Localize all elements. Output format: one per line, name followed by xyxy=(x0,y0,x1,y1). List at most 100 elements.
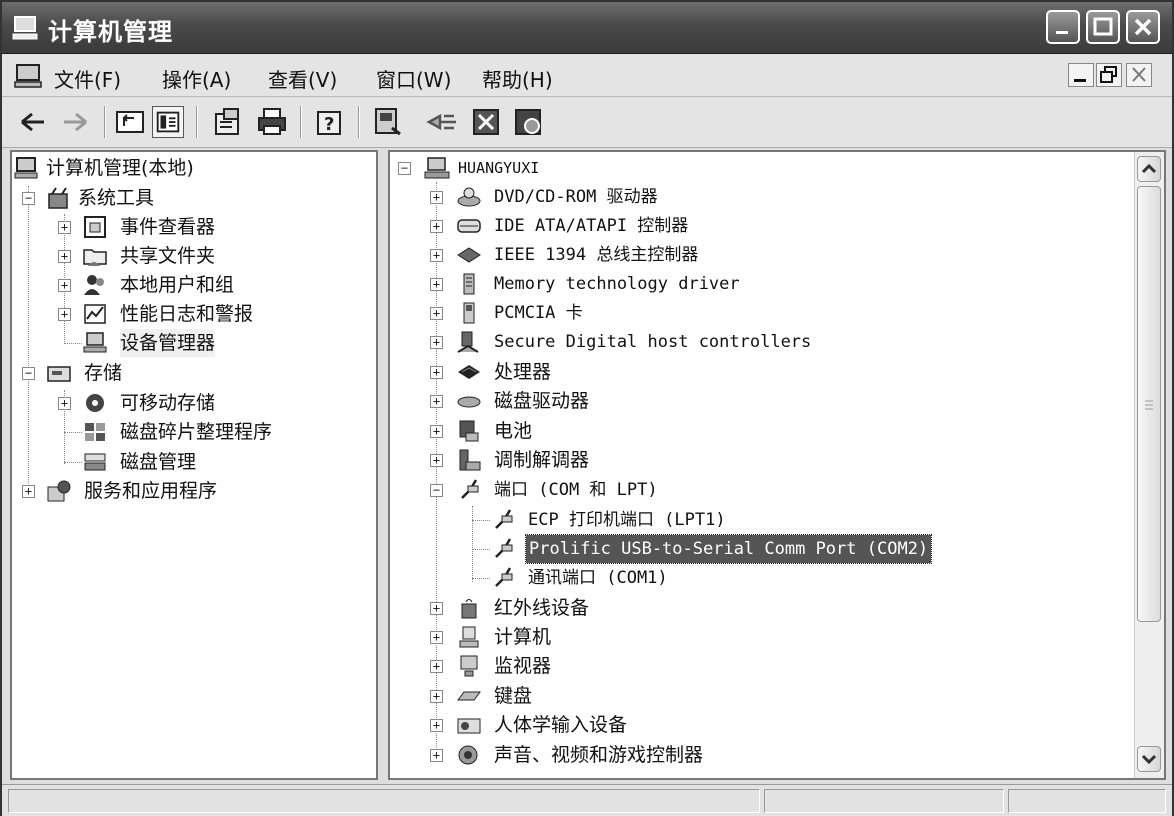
computer-icon xyxy=(459,626,479,648)
expand-toggle[interactable]: + xyxy=(430,425,443,438)
tree-item-label: 键盘 xyxy=(494,685,533,707)
tree-item-label: 磁盘碎片整理程序 xyxy=(120,421,273,443)
close-icon xyxy=(1132,67,1146,82)
collapse-toggle[interactable]: − xyxy=(22,367,35,380)
menu-action[interactable]: 操作(A) xyxy=(162,64,231,93)
tree-item-label: DVD/CD-ROM 驱动器 xyxy=(494,187,658,207)
tree-item-label: 计算机管理(本地) xyxy=(46,157,194,179)
forward-arrow-icon[interactable] xyxy=(60,106,92,138)
expand-toggle[interactable]: + xyxy=(430,336,443,349)
modem-icon xyxy=(459,449,481,471)
expand-toggle[interactable]: + xyxy=(58,221,71,234)
menu-bar: 文件(F) 操作(A) 查看(V) 窗口(W) 帮助(H) xyxy=(2,55,1172,97)
tree-item-label: IDE ATA/ATAPI 控制器 xyxy=(494,216,689,236)
expand-toggle[interactable]: + xyxy=(430,602,443,615)
tree-item-label: 事件查看器 xyxy=(120,216,216,238)
monitor-icon xyxy=(460,655,478,677)
disk-management-icon xyxy=(84,453,106,471)
hid-icon xyxy=(457,718,481,734)
back-arrow-icon[interactable] xyxy=(16,106,48,138)
collapse-toggle[interactable]: − xyxy=(430,484,443,497)
expand-toggle[interactable]: + xyxy=(430,749,443,762)
tree-item-label: 调制解调器 xyxy=(494,449,590,471)
tree-item-label: HUANGYUXI xyxy=(458,159,540,177)
svg-text:?: ? xyxy=(324,114,334,135)
port-icon xyxy=(495,538,513,558)
child-close-button[interactable] xyxy=(1126,63,1152,87)
port-icon xyxy=(495,509,513,529)
child-restore-button[interactable] xyxy=(1096,63,1122,87)
event-viewer-icon xyxy=(84,216,106,238)
storage-icon xyxy=(47,366,71,382)
tree-item-label: 计算机 xyxy=(494,626,552,648)
menu-file[interactable]: 文件(F) xyxy=(54,64,121,93)
child-minimize-button[interactable] xyxy=(1068,63,1094,87)
scroll-down-button[interactable] xyxy=(1137,746,1161,772)
expand-toggle[interactable]: + xyxy=(430,191,443,204)
expand-toggle[interactable]: + xyxy=(430,249,443,262)
shared-folder-icon xyxy=(83,249,107,266)
cdrom-icon xyxy=(457,187,481,207)
help-icon[interactable]: ? xyxy=(314,106,346,138)
expand-toggle[interactable]: + xyxy=(58,250,71,263)
status-bar xyxy=(2,784,1172,816)
device-manager-icon xyxy=(83,332,107,353)
restore-icon xyxy=(1100,66,1117,83)
up-level-icon[interactable] xyxy=(114,106,146,138)
update-driver-icon[interactable] xyxy=(426,106,458,138)
expand-toggle[interactable]: + xyxy=(430,220,443,233)
tree-item-label: 端口 (COM 和 LPT) xyxy=(494,480,658,500)
processor-icon xyxy=(458,365,480,379)
expand-toggle[interactable]: + xyxy=(430,395,443,408)
scrollbar-thumb[interactable] xyxy=(1137,186,1161,622)
uninstall-device-icon[interactable] xyxy=(470,106,502,138)
properties-icon[interactable] xyxy=(212,106,244,138)
expand-toggle[interactable]: + xyxy=(430,366,443,379)
grip-icon xyxy=(1145,400,1153,410)
users-icon xyxy=(84,275,104,295)
maximize-button[interactable] xyxy=(1086,10,1120,44)
collapse-toggle[interactable]: − xyxy=(398,162,411,175)
tree-item-label: 可移动存储 xyxy=(120,392,216,414)
scan-hardware-icon[interactable] xyxy=(372,106,404,138)
device-tree-pane: − HUANGYUXI + DVD/CD-ROM 驱动器 + IDE ATA/A… xyxy=(388,150,1166,780)
sound-icon xyxy=(458,745,478,765)
disable-device-icon[interactable] xyxy=(512,106,544,138)
expand-toggle[interactable]: + xyxy=(58,308,71,321)
minimize-button[interactable] xyxy=(1046,10,1080,44)
show-hide-tree-icon[interactable] xyxy=(152,106,184,138)
ide-controller-icon xyxy=(457,219,481,233)
tree-item-label: 处理器 xyxy=(494,361,552,383)
expand-toggle[interactable]: + xyxy=(58,279,71,292)
computer-icon[interactable] xyxy=(14,63,44,89)
expand-toggle[interactable]: + xyxy=(58,397,71,410)
scroll-up-button[interactable] xyxy=(1137,156,1161,182)
expand-toggle[interactable]: + xyxy=(430,660,443,673)
tree-item-label: Memory technology driver xyxy=(494,274,740,294)
expand-toggle[interactable]: + xyxy=(430,454,443,467)
defrag-icon xyxy=(85,423,105,441)
expand-toggle[interactable]: + xyxy=(430,307,443,320)
menu-view[interactable]: 查看(V) xyxy=(268,64,337,93)
close-button[interactable] xyxy=(1126,10,1160,44)
computer-management-window: 计算机管理 文件(F) 操作(A) 查看(V) 窗口(W) 帮助(H) ? 计算… xyxy=(0,0,1174,816)
expand-toggle[interactable]: + xyxy=(430,690,443,703)
collapse-toggle[interactable]: − xyxy=(22,192,35,205)
status-cell-tertiary xyxy=(1008,789,1166,813)
computer-icon xyxy=(424,157,450,179)
title-bar[interactable]: 计算机管理 xyxy=(2,2,1172,54)
tree-item-label: ECP 打印机端口 (LPT1) xyxy=(528,510,726,530)
vertical-scrollbar[interactable] xyxy=(1134,152,1164,778)
window-title: 计算机管理 xyxy=(48,18,173,46)
menu-window[interactable]: 窗口(W) xyxy=(376,64,451,93)
tools-icon xyxy=(48,187,68,209)
maximize-icon xyxy=(1093,17,1113,36)
expand-toggle[interactable]: + xyxy=(430,278,443,291)
print-icon[interactable] xyxy=(256,106,288,138)
memory-icon xyxy=(463,273,475,295)
expand-toggle[interactable]: + xyxy=(430,719,443,732)
expand-toggle[interactable]: + xyxy=(22,485,35,498)
expand-toggle[interactable]: + xyxy=(430,631,443,644)
menu-help[interactable]: 帮助(H) xyxy=(482,64,553,93)
toolbar: ? xyxy=(2,98,1172,148)
